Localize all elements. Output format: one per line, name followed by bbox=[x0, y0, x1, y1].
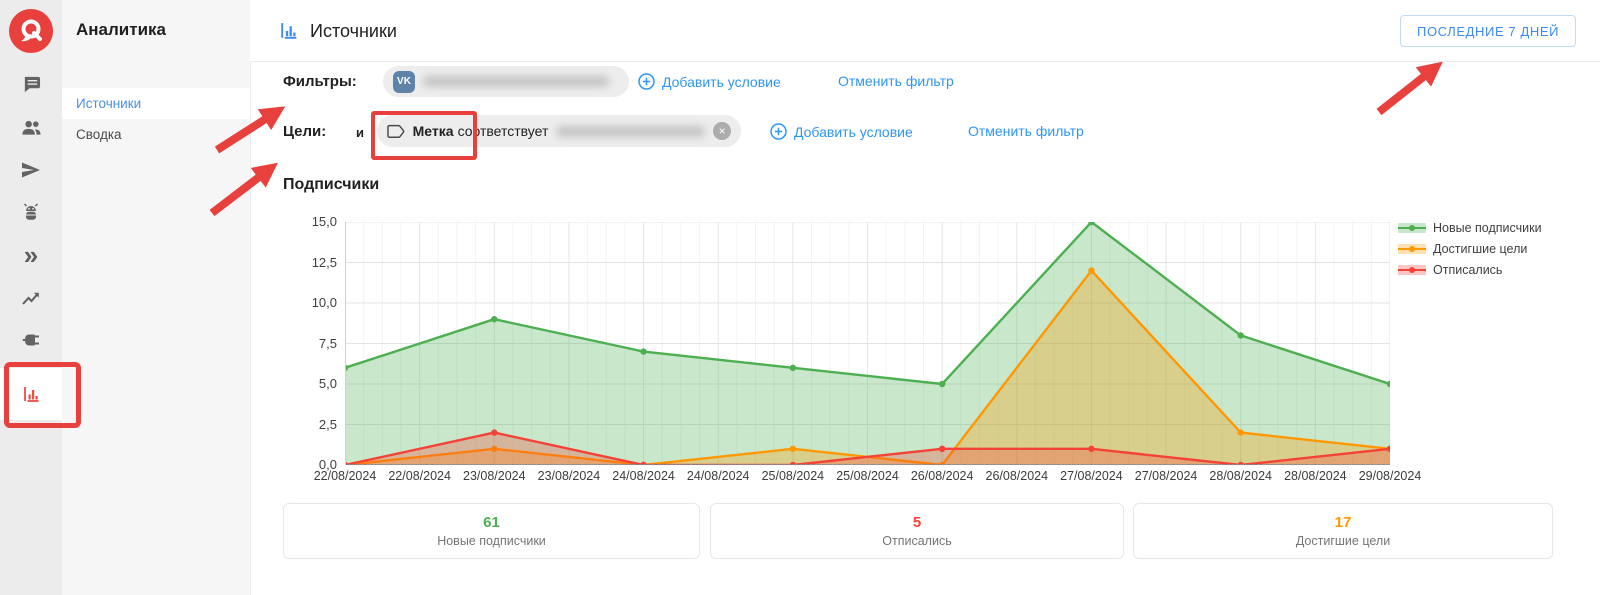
vk-icon: VK bbox=[393, 71, 415, 93]
y-tick: 7,5 bbox=[319, 336, 337, 351]
x-tick: 28/08/2024 bbox=[1284, 469, 1347, 483]
y-tick: 12,5 bbox=[312, 255, 337, 270]
tag-icon bbox=[387, 124, 405, 139]
x-axis-labels: 22/08/202422/08/202423/08/202423/08/2024… bbox=[345, 469, 1390, 485]
conjunction-and: и bbox=[356, 125, 364, 140]
x-tick: 23/08/2024 bbox=[463, 469, 526, 483]
redacted-goal-value bbox=[556, 126, 705, 137]
legend-marker bbox=[1398, 244, 1426, 254]
analytics-icon[interactable] bbox=[0, 372, 62, 416]
x-tick: 25/08/2024 bbox=[836, 469, 899, 483]
filters-add-condition-link[interactable]: Добавить условие bbox=[638, 73, 781, 90]
main-header bbox=[250, 0, 1600, 62]
app-window: » Аналитика Источники Сводка Источники П… bbox=[0, 0, 1600, 595]
card-label: Отписались bbox=[882, 534, 951, 548]
x-tick: 22/08/2024 bbox=[388, 469, 451, 483]
condition-operator: соответствует bbox=[458, 123, 549, 139]
x-tick: 24/08/2024 bbox=[612, 469, 675, 483]
trend-icon[interactable] bbox=[0, 276, 62, 320]
legend-item[interactable]: Новые подписчики bbox=[1398, 221, 1542, 235]
redacted-source-text bbox=[423, 76, 609, 87]
x-tick: 29/08/2024 bbox=[1359, 469, 1422, 483]
goals-cancel-filter-link[interactable]: Отменить фильтр bbox=[968, 123, 1084, 139]
chat-icon[interactable] bbox=[0, 62, 62, 106]
x-tick: 26/08/2024 bbox=[911, 469, 974, 483]
goals-label: Цели: bbox=[283, 123, 326, 140]
people-icon[interactable] bbox=[0, 105, 62, 149]
card-goals-reached: 17 Достигшие цели bbox=[1133, 503, 1553, 559]
remove-condition-icon[interactable]: × bbox=[713, 122, 731, 140]
page-title: Источники bbox=[310, 21, 397, 42]
app-logo[interactable] bbox=[9, 9, 53, 53]
card-value: 5 bbox=[913, 514, 921, 531]
send-icon[interactable] bbox=[0, 148, 62, 192]
double-chevron-icon[interactable]: » bbox=[0, 233, 62, 277]
chart-title: Подписчики bbox=[283, 176, 379, 194]
filters-cancel-filter-link[interactable]: Отменить фильтр bbox=[838, 73, 954, 89]
goal-condition-tag[interactable]: Метка соответствует × bbox=[377, 115, 741, 147]
card-new-subscribers: 61 Новые подписчики bbox=[283, 503, 700, 559]
analytics-sidebar: Аналитика Источники Сводка bbox=[62, 0, 250, 595]
x-tick: 27/08/2024 bbox=[1135, 469, 1198, 483]
x-tick: 28/08/2024 bbox=[1209, 469, 1272, 483]
y-tick: 10,0 bbox=[312, 295, 337, 310]
goals-add-condition-link[interactable]: Добавить условие bbox=[770, 123, 913, 140]
legend-marker bbox=[1398, 223, 1426, 233]
chart-legend: Новые подписчики Достигшие цели Отписались bbox=[1398, 221, 1542, 284]
card-value: 17 bbox=[1335, 514, 1352, 531]
icon-rail: » bbox=[0, 0, 62, 595]
sidebar-item-sources[interactable]: Источники bbox=[62, 88, 250, 119]
y-tick: 2,5 bbox=[319, 417, 337, 432]
card-label: Достигшие цели bbox=[1296, 534, 1390, 548]
sidebar-item-summary[interactable]: Сводка bbox=[62, 119, 250, 150]
robot-icon[interactable] bbox=[0, 190, 62, 234]
legend-marker bbox=[1398, 265, 1426, 275]
y-tick: 15,0 bbox=[312, 214, 337, 229]
condition-field: Метка bbox=[413, 123, 454, 139]
plus-circle-icon bbox=[770, 123, 787, 140]
x-tick: 26/08/2024 bbox=[986, 469, 1049, 483]
plus-circle-icon bbox=[638, 73, 655, 90]
x-tick: 22/08/2024 bbox=[314, 469, 377, 483]
x-tick: 24/08/2024 bbox=[687, 469, 750, 483]
x-tick: 25/08/2024 bbox=[762, 469, 825, 483]
plug-icon[interactable] bbox=[0, 318, 62, 362]
legend-item[interactable]: Достигшие цели bbox=[1398, 242, 1542, 256]
card-unsubscribed: 5 Отписались bbox=[710, 503, 1124, 559]
x-tick: 23/08/2024 bbox=[538, 469, 601, 483]
logo-glyph bbox=[16, 16, 46, 46]
subscribers-chart[interactable] bbox=[345, 222, 1390, 465]
filter-source-tag[interactable]: VK bbox=[383, 66, 629, 97]
card-label: Новые подписчики bbox=[437, 534, 546, 548]
card-value: 61 bbox=[483, 514, 500, 531]
filters-label: Фильтры: bbox=[283, 73, 357, 90]
sidebar-title: Аналитика bbox=[76, 20, 166, 40]
x-tick: 27/08/2024 bbox=[1060, 469, 1123, 483]
sources-chart-icon bbox=[278, 20, 300, 47]
legend-item[interactable]: Отписались bbox=[1398, 263, 1542, 277]
y-tick: 5,0 bbox=[319, 376, 337, 391]
period-selector-button[interactable]: ПОСЛЕДНИЕ 7 ДНЕЙ bbox=[1400, 15, 1576, 47]
